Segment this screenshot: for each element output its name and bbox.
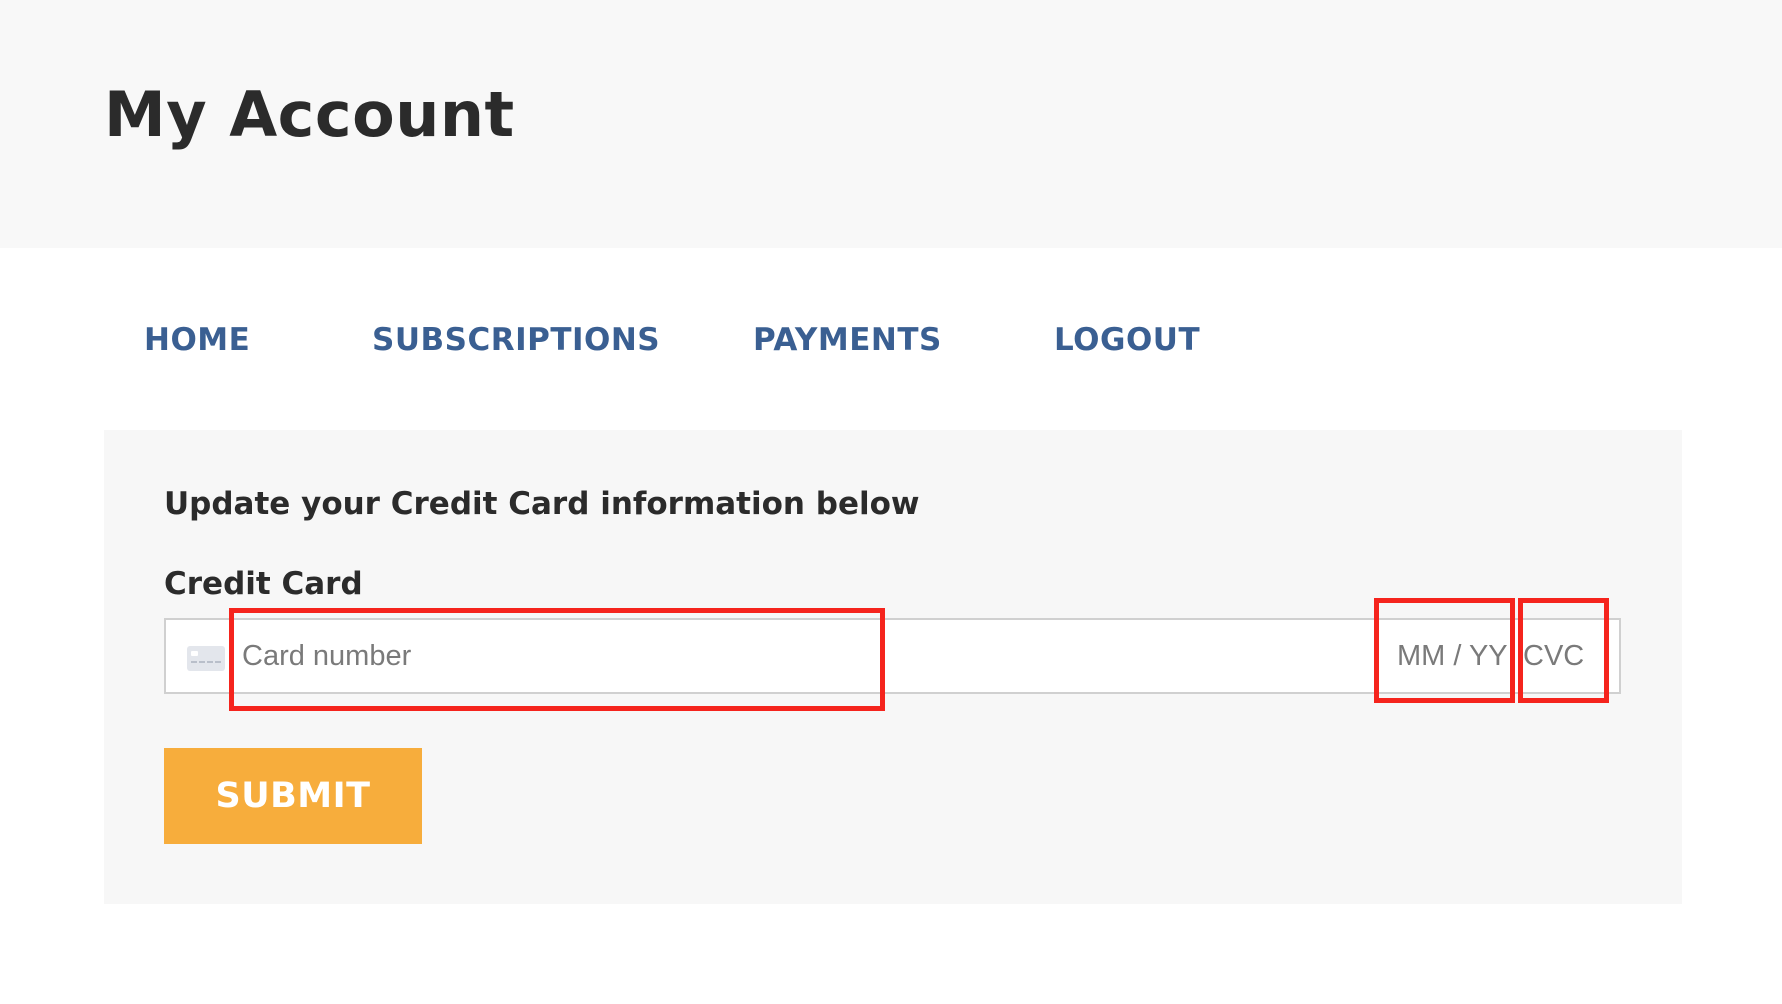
nav-item-logout[interactable]: LOGOUT (1054, 322, 1200, 358)
nav-item-payments[interactable]: PAYMENTS (753, 322, 942, 358)
page-header: My Account (0, 0, 1782, 248)
nav-item-subscriptions[interactable]: SUBSCRIPTIONS (372, 322, 660, 358)
credit-card-field[interactable] (164, 618, 1621, 694)
nav-item-home[interactable]: HOME (144, 322, 250, 358)
credit-card-panel: Update your Credit Card information belo… (104, 430, 1682, 904)
card-number-input[interactable] (242, 620, 892, 692)
card-expiry-input[interactable] (1397, 620, 1515, 692)
page-title: My Account (104, 78, 515, 151)
credit-card-icon (187, 646, 225, 671)
credit-card-label: Credit Card (164, 566, 363, 602)
submit-button[interactable]: SUBMIT (164, 748, 422, 844)
card-cvc-input[interactable] (1523, 620, 1603, 692)
panel-heading: Update your Credit Card information belo… (164, 486, 920, 522)
